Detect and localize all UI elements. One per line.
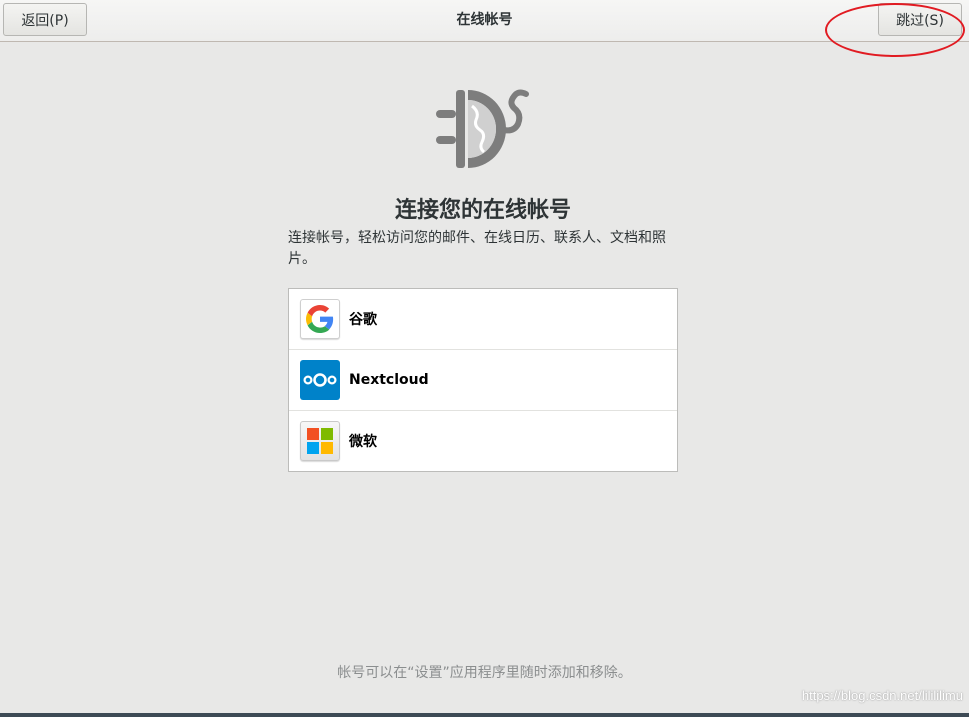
provider-label-nextcloud: Nextcloud xyxy=(349,372,429,388)
microsoft-icon xyxy=(300,421,340,461)
provider-row-nextcloud[interactable]: Nextcloud xyxy=(289,350,677,411)
watermark: https://blog.csdn.net/lilililimu xyxy=(801,688,963,703)
header-bar: 返回(P) 在线帐号 跳过(S) xyxy=(0,0,969,42)
provider-list: 谷歌 Nextcloud 微软 xyxy=(288,288,678,472)
skip-button[interactable]: 跳过(S) xyxy=(878,3,962,36)
provider-label-google: 谷歌 xyxy=(349,312,377,328)
provider-label-microsoft: 微软 xyxy=(349,434,377,450)
footer-hint: 帐号可以在“设置”应用程序里随时添加和移除。 xyxy=(337,665,632,681)
provider-row-microsoft[interactable]: 微软 xyxy=(289,411,677,471)
main-heading: 连接您的在线帐号 xyxy=(394,198,571,223)
google-icon xyxy=(300,299,340,339)
online-accounts-logo-icon xyxy=(436,89,529,168)
bottom-strip xyxy=(0,713,969,717)
provider-row-google[interactable]: 谷歌 xyxy=(289,289,677,350)
nextcloud-icon xyxy=(300,360,340,400)
page-title: 在线帐号 xyxy=(456,12,513,28)
description-text: 连接帐号，轻松访问您的邮件、在线日历、联系人、文档和照片。 xyxy=(288,230,666,267)
